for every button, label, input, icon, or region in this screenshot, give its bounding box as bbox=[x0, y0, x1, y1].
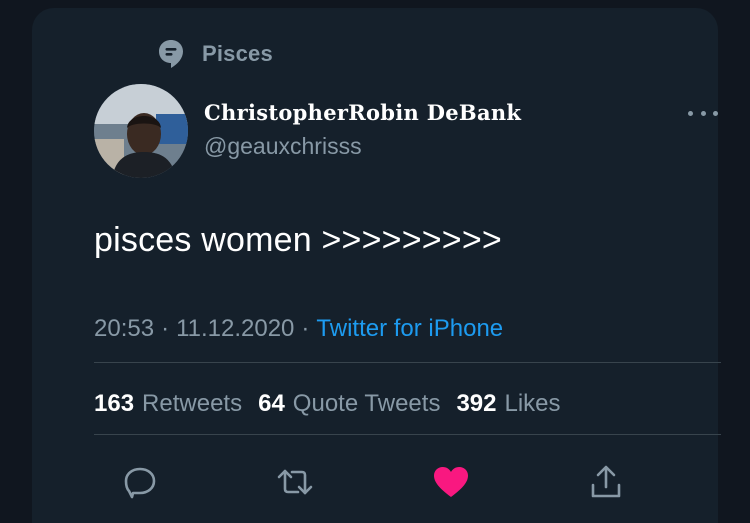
retweets-label: Retweets bbox=[142, 390, 243, 417]
share-button[interactable] bbox=[584, 460, 628, 504]
tweet-card: Pisces ChristopherRobin DeBank @geauxchr… bbox=[32, 8, 721, 523]
likes-count: 392 bbox=[456, 390, 497, 417]
tweet-source-link[interactable]: Twitter for iPhone bbox=[316, 315, 503, 343]
quote-tweets-label: Quote Tweets bbox=[292, 390, 441, 417]
retweets-count: 163 bbox=[94, 390, 135, 417]
tweet-meta: 20:53 · 11.12.2020 · Twitter for iPhone bbox=[94, 315, 503, 343]
retweets-stat[interactable]: 163 Retweets bbox=[94, 390, 242, 418]
divider bbox=[94, 434, 721, 435]
avatar[interactable] bbox=[94, 84, 188, 178]
retweet-button[interactable] bbox=[273, 460, 317, 504]
meta-separator: · bbox=[161, 315, 170, 342]
meta-separator: · bbox=[301, 315, 310, 342]
likes-stat[interactable]: 392 Likes bbox=[456, 390, 560, 418]
reply-button[interactable] bbox=[118, 460, 162, 504]
more-dot bbox=[700, 110, 706, 116]
likes-label: Likes bbox=[504, 390, 561, 417]
more-options-icon[interactable] bbox=[688, 103, 718, 123]
more-dot bbox=[688, 110, 693, 116]
tweet-text: pisces women >>>>>>>>> bbox=[94, 221, 502, 259]
author-display-name[interactable]: ChristopherRobin DeBank bbox=[204, 100, 521, 125]
more-dot bbox=[713, 110, 718, 116]
author-handle[interactable]: @geauxchrisss bbox=[204, 133, 362, 160]
divider bbox=[94, 362, 721, 363]
topic-label: Pisces bbox=[202, 41, 273, 66]
tweet-stats: 163 Retweets 64 Quote Tweets 392 Likes bbox=[94, 390, 561, 418]
like-button[interactable] bbox=[429, 460, 473, 504]
tweet-time[interactable]: 20:53 bbox=[94, 315, 154, 343]
profile-photo bbox=[94, 84, 188, 178]
retweet-icon bbox=[277, 469, 313, 495]
quote-tweets-stat[interactable]: 64 Quote Tweets bbox=[258, 390, 440, 418]
tweet-date[interactable]: 11.12.2020 bbox=[176, 315, 294, 343]
quote-tweets-count: 64 bbox=[258, 390, 285, 417]
heart-icon bbox=[434, 467, 468, 497]
topic-tag-icon bbox=[159, 40, 183, 68]
tweet-actions bbox=[32, 460, 718, 506]
share-icon bbox=[591, 465, 621, 498]
topic-header[interactable]: Pisces bbox=[158, 38, 273, 70]
reply-icon bbox=[124, 467, 156, 499]
